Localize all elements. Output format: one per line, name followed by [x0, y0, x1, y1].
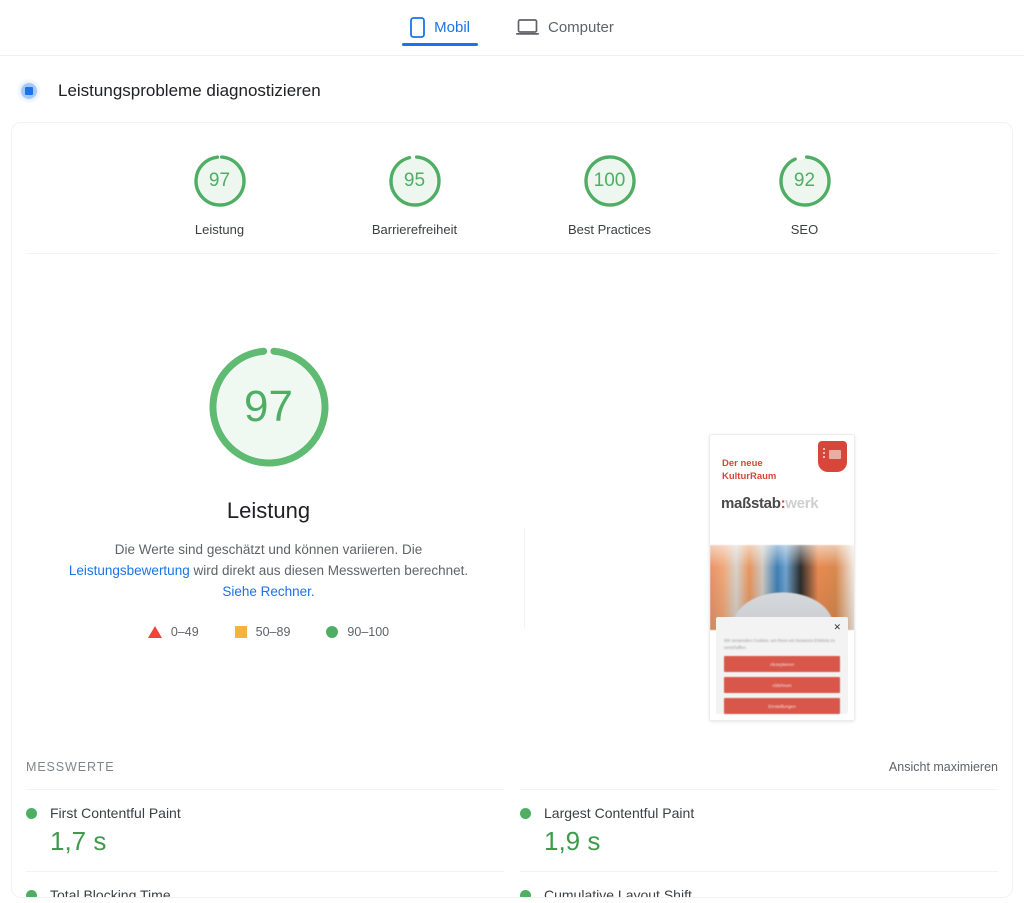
metric-name: Largest Contentful Paint — [544, 805, 695, 821]
site-badge-icon — [818, 441, 847, 472]
leistungsbewertung-link[interactable]: Leistungsbewertung — [69, 563, 190, 578]
divider-vertical — [524, 528, 525, 628]
metric-value: 1,7 s — [50, 826, 107, 856]
metric-cumulative-layout-shift[interactable]: Cumulative Layout Shift 0 — [520, 871, 998, 898]
legend-poor-range: 0–49 — [170, 625, 199, 639]
screenshot-headline: Der neue KulturRaum — [722, 457, 776, 483]
gauge-ring-leistung: 97 — [191, 152, 249, 210]
metric-largest-contentful-paint[interactable]: Largest Contentful Paint 1,9 s — [520, 789, 998, 871]
page-screenshot-thumbnail[interactable]: Der neue KulturRaum maßstab:werk ✕ Wir v… — [709, 434, 855, 721]
tab-mobil[interactable]: Mobil — [402, 0, 478, 54]
cookie-accept-button: Akzeptieren — [724, 656, 840, 672]
circle-icon — [326, 626, 339, 638]
cookie-settings-button: Einstellungen — [724, 698, 840, 714]
gauge-ring-barrierefreiheit: 95 — [386, 152, 444, 210]
legend-good: 90–100 — [326, 625, 389, 639]
score-value: 95 — [403, 170, 426, 191]
metric-name: First Contentful Paint — [50, 805, 181, 821]
section-header: Leistungsprobleme diagnostizieren — [0, 56, 1024, 122]
score-value: 100 — [593, 170, 626, 191]
score-description: Die Werte sind geschätzt und können vari… — [54, 539, 484, 602]
logo-ghost: werk — [785, 495, 819, 512]
metric-name: Cumulative Layout Shift — [544, 887, 692, 898]
metric-value: 1,9 s — [544, 826, 601, 856]
metrics-grid: First Contentful Paint 1,7 s Total Block… — [26, 789, 998, 898]
metrics-column-right: Largest Contentful Paint 1,9 s Cumulativ… — [520, 789, 998, 898]
square-icon — [234, 626, 247, 638]
score-label: Best Practices — [567, 222, 652, 237]
results-card: 97 Leistung 95 Barrierefreiheit 100 Best… — [11, 122, 1013, 898]
score-value: 97 — [208, 170, 231, 191]
cookie-banner-text: Wir verwenden Cookies, um Ihnen ein bess… — [724, 638, 835, 650]
mobile-phone-icon — [410, 16, 426, 38]
main-gauge: 97 — [207, 345, 331, 469]
status-dot-good-icon — [520, 889, 531, 897]
metrics-title: MESSWERTE — [26, 760, 115, 774]
legend-poor: 0–49 — [147, 625, 199, 639]
device-tabs: Mobil Computer — [0, 0, 1024, 56]
score-best-practices[interactable]: 100 Best Practices — [555, 152, 665, 237]
status-dot-good-icon — [520, 807, 531, 819]
metric-name: Total Blocking Time — [50, 887, 171, 898]
score-label: Leistung — [194, 222, 245, 237]
legend-good-range: 90–100 — [347, 625, 390, 639]
score-legend: 0–49 50–89 90–100 — [147, 625, 389, 639]
desc-text-2: wird direkt aus diesen Messwerten berech… — [189, 563, 469, 578]
main-score-value: 97 — [244, 382, 293, 431]
close-icon: ✕ — [833, 622, 841, 632]
performance-summary: 97 Leistung Die Werte sind geschätzt und… — [12, 254, 525, 639]
screenshot-headline-line1: Der neue — [722, 458, 763, 469]
page-title: Leistungsprobleme diagnostizieren — [58, 81, 321, 100]
gauge-ring-best-practices: 100 — [581, 152, 639, 210]
screenshot-cookie-banner: ✕ Wir verwenden Cookies, um Ihnen ein be… — [716, 617, 848, 714]
tab-computer[interactable]: Computer — [508, 0, 622, 54]
screenshot-logo: maßstab:werk — [721, 495, 819, 512]
screenshot-headline-line2: KulturRaum — [722, 471, 777, 482]
laptop-icon — [516, 18, 539, 36]
logo-dark: maßstab — [721, 495, 781, 512]
maximize-view-button[interactable]: Ansicht maximieren — [889, 760, 998, 774]
rechner-link[interactable]: Siehe Rechner. — [222, 584, 314, 599]
legend-average-range: 50–89 — [255, 625, 291, 639]
main-score-label: Leistung — [226, 498, 311, 523]
tab-mobil-label: Mobil — [434, 18, 470, 36]
legend-average: 50–89 — [234, 625, 291, 639]
category-scores: 97 Leistung 95 Barrierefreiheit 100 Best… — [12, 123, 1012, 237]
score-leistung[interactable]: 97 Leistung — [165, 152, 275, 237]
gauge-ring-seo: 92 — [776, 152, 834, 210]
score-label: Barrierefreiheit — [371, 222, 458, 237]
score-seo[interactable]: 92 SEO — [750, 152, 860, 237]
status-dot-good-icon — [26, 889, 37, 897]
desc-text-1: Die Werte sind geschätzt und können vari… — [114, 542, 423, 557]
metric-first-contentful-paint[interactable]: First Contentful Paint 1,7 s — [26, 789, 504, 871]
triangle-icon — [147, 626, 162, 638]
cookie-decline-button: Ablehnen — [724, 677, 840, 693]
score-barrierefreiheit[interactable]: 95 Barrierefreiheit — [360, 152, 470, 237]
metrics-column-left: First Contentful Paint 1,7 s Total Block… — [26, 789, 504, 898]
pulse-radar-icon — [16, 78, 42, 104]
score-label: SEO — [790, 222, 819, 237]
status-dot-good-icon — [26, 807, 37, 819]
metrics-header: MESSWERTE Ansicht maximieren — [26, 760, 998, 774]
metric-total-blocking-time[interactable]: Total Blocking Time 40 ms — [26, 871, 504, 898]
tab-computer-label: Computer — [548, 18, 614, 36]
score-value: 92 — [793, 170, 816, 191]
